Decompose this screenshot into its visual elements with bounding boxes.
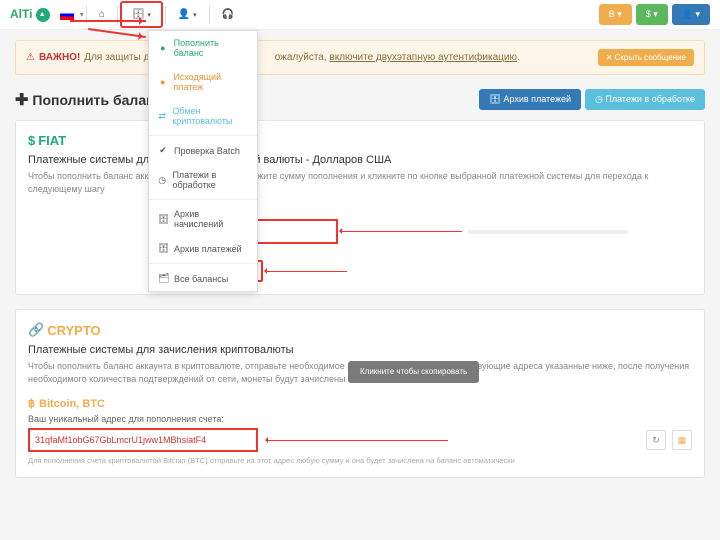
btc-heading: ฿Bitcoin, BTC <box>28 397 692 410</box>
dd-exchange[interactable]: ⇄Обмен криптовалюты <box>149 99 257 133</box>
bitcoin-icon: ฿ <box>28 397 35 410</box>
nav-support[interactable]: 🎧 <box>212 3 244 26</box>
alert-dismiss[interactable]: ✕ Скрыть сообщение <box>598 49 694 66</box>
brand-logo: AlTi <box>10 7 50 22</box>
security-alert: ⚠ ВАЖНО! Для защиты достуxxxxxxxxxxxxxxx… <box>15 40 705 75</box>
scrollbar[interactable] <box>468 230 628 234</box>
archive-icon: 🗄 <box>158 243 168 254</box>
fiat-desc: Чтобы пополнить баланс аккаxxxxxxxxxxxxx… <box>28 170 692 195</box>
fiat-card: $FIAT Платежные системы длxxxxxxxxxxxxxx… <box>15 120 705 295</box>
dd-payments-archive[interactable]: 🗄Архив платежей <box>149 236 257 261</box>
top-btn-s[interactable]: $ ▾ <box>636 4 668 25</box>
plus-icon: ● <box>158 43 168 53</box>
warning-icon: ⚠ <box>26 52 35 63</box>
dd-processing[interactable]: ◷Платежи в обработке <box>149 163 257 197</box>
crypto-card: 🔗CRYPTO Платежные системы для зачисления… <box>15 309 705 478</box>
annotation-arrow <box>267 271 347 272</box>
dollar-icon: $ <box>28 133 35 148</box>
annotation-arrow <box>342 231 462 232</box>
address-note: Для пополнения счета криптовалютой Bitco… <box>28 456 692 465</box>
fiat-subtitle: Платежные системы длxxxxxxxxxxxxxxxxxxой… <box>28 154 692 166</box>
flag-ru[interactable] <box>60 10 74 20</box>
fiat-heading: $FIAT <box>28 133 692 148</box>
annotation-arrow <box>268 440 448 441</box>
nav-home[interactable]: ⌂ <box>89 3 115 26</box>
nav-wallet[interactable]: 🗄 ▾ <box>120 1 163 28</box>
nav-user[interactable]: 👤 ▾ <box>168 3 207 26</box>
archive-icon: 🗄 <box>158 214 168 225</box>
wallet-dropdown: ●Пополнить баланс ●Исходящий платеж ⇄Обм… <box>148 30 258 292</box>
exchange-icon: ⇄ <box>158 111 166 122</box>
chevron-down-icon: ▾ <box>80 10 84 19</box>
alert-link-2fa[interactable]: включите двухэтапную аутентификацию <box>329 52 517 63</box>
address-label: Ваш уникальный адрес для пополнения счет… <box>28 414 692 424</box>
top-btn-b[interactable]: B ▾ <box>599 4 632 25</box>
top-btn-user[interactable]: 👤 ▾ <box>672 4 710 25</box>
dd-batch[interactable]: ✔Проверка Batch <box>149 138 257 163</box>
dd-balances[interactable]: 🗂Все балансы <box>149 266 257 291</box>
plus-icon: ✚ <box>15 90 28 110</box>
chain-icon: 🔗 <box>28 322 44 338</box>
dd-topup[interactable]: ●Пополнить баланс <box>149 31 257 65</box>
crypto-heading: 🔗CRYPTO <box>28 322 692 338</box>
clock-icon: ◷ <box>158 175 166 186</box>
btc-address-input[interactable] <box>28 428 258 452</box>
alert-strong: ВАЖНО! <box>39 52 80 63</box>
dd-outgoing[interactable]: ●Исходящий платеж <box>149 65 257 99</box>
copy-address-button[interactable]: Кликните чтобы скопировать <box>348 361 479 383</box>
processing-payments-button[interactable]: ◷ Платежи в обработке <box>585 89 705 110</box>
page-title: ✚Пополнить баланс <box>15 90 162 110</box>
crypto-subtitle: Платежные системы для зачисления криптов… <box>28 344 692 356</box>
archive-payments-button[interactable]: 🗄 Архив платежей <box>479 89 581 110</box>
dd-accruals[interactable]: 🗄Архив начислений <box>149 202 257 236</box>
qr-button[interactable]: ▦ <box>672 430 692 450</box>
wallet-icon: 🗂 <box>158 273 168 284</box>
refresh-button[interactable]: ↻ <box>646 430 666 450</box>
check-icon: ✔ <box>158 145 168 156</box>
minus-icon: ● <box>158 77 167 87</box>
